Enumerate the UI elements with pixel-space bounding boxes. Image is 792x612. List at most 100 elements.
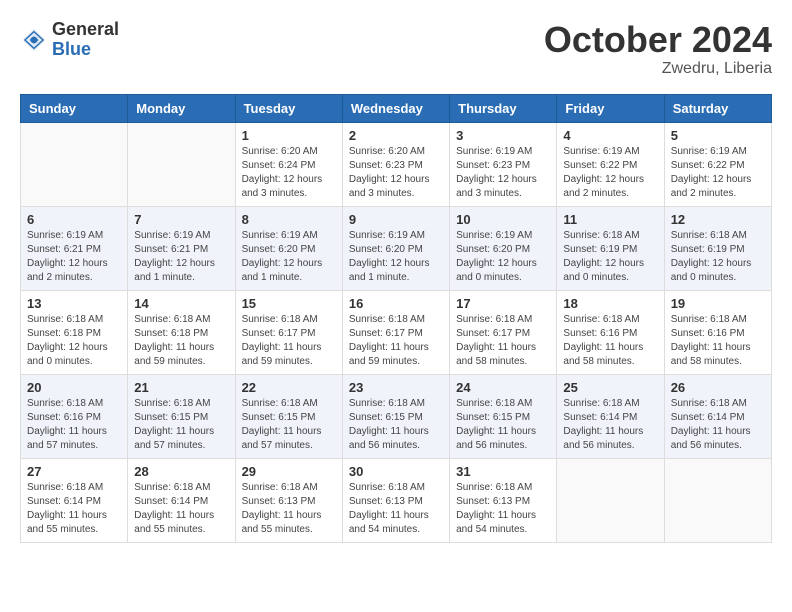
calendar-cell: 21 Sunrise: 6:18 AM Sunset: 6:15 PM Dayli… xyxy=(128,374,235,458)
day-info: Sunrise: 6:18 AM Sunset: 6:14 PM Dayligh… xyxy=(671,397,765,453)
day-number: 14 xyxy=(134,296,228,311)
calendar-cell: 29 Sunrise: 6:18 AM Sunset: 6:13 PM Dayli… xyxy=(235,458,342,542)
calendar-cell: 30Sunrise: 6:18 AM Sunset: 6:13 PM Dayli… xyxy=(342,458,449,542)
day-info: Sunrise: 6:20 AM Sunset: 6:24 PM Dayligh… xyxy=(242,145,336,201)
day-info: Sunrise: 6:18 AM Sunset: 6:13 PM Dayligh… xyxy=(456,481,550,537)
day-info: Sunrise: 6:18 AM Sunset: 6:13 PM Dayligh… xyxy=(242,481,336,537)
calendar-cell: 5 Sunrise: 6:19 AM Sunset: 6:22 PM Daylig… xyxy=(664,122,771,206)
day-info: Sunrise: 6:18 AM Sunset: 6:14 PM Dayligh… xyxy=(27,481,121,537)
day-info: Sunrise: 6:18 AM Sunset: 6:19 PM Dayligh… xyxy=(671,229,765,285)
day-number: 12 xyxy=(671,212,765,227)
calendar-container: General Blue October 2024 Zwedru, Liberi… xyxy=(0,0,792,612)
day-header-tuesday: Tuesday xyxy=(235,94,342,122)
logo-icon xyxy=(20,26,48,54)
day-header-saturday: Saturday xyxy=(664,94,771,122)
day-info: Sunrise: 6:18 AM Sunset: 6:16 PM Dayligh… xyxy=(671,313,765,369)
calendar-week-1: 1Sunrise: 6:20 AM Sunset: 6:24 PM Daylig… xyxy=(21,122,772,206)
calendar-cell xyxy=(664,458,771,542)
calendar-cell: 17 Sunrise: 6:18 AM Sunset: 6:17 PM Dayli… xyxy=(450,290,557,374)
day-number: 15 xyxy=(242,296,336,311)
day-number: 31 xyxy=(456,464,550,479)
day-number: 13 xyxy=(27,296,121,311)
day-number: 19 xyxy=(671,296,765,311)
day-number: 17 xyxy=(456,296,550,311)
day-info: Sunrise: 6:18 AM Sunset: 6:16 PM Dayligh… xyxy=(563,313,657,369)
day-number: 27 xyxy=(27,464,121,479)
logo-general-text: General xyxy=(52,20,119,40)
calendar-cell: 19 Sunrise: 6:18 AM Sunset: 6:16 PM Dayli… xyxy=(664,290,771,374)
day-number: 24 xyxy=(456,380,550,395)
day-info: Sunrise: 6:18 AM Sunset: 6:14 PM Dayligh… xyxy=(134,481,228,537)
day-number: 6 xyxy=(27,212,121,227)
calendar-cell: 28 Sunrise: 6:18 AM Sunset: 6:14 PM Dayli… xyxy=(128,458,235,542)
calendar-week-3: 13 Sunrise: 6:18 AM Sunset: 6:18 PM Dayli… xyxy=(21,290,772,374)
day-number: 20 xyxy=(27,380,121,395)
day-number: 29 xyxy=(242,464,336,479)
calendar-cell: 22Sunrise: 6:18 AM Sunset: 6:15 PM Dayli… xyxy=(235,374,342,458)
calendar-cell: 20Sunrise: 6:18 AM Sunset: 6:16 PM Dayli… xyxy=(21,374,128,458)
day-info: Sunrise: 6:18 AM Sunset: 6:13 PM Dayligh… xyxy=(349,481,443,537)
calendar-table: SundayMondayTuesdayWednesdayThursdayFrid… xyxy=(20,94,772,543)
calendar-cell: 13Sunrise: 6:18 AM Sunset: 6:18 PM Dayli… xyxy=(21,290,128,374)
calendar-cell: 2 Sunrise: 6:20 AM Sunset: 6:23 PM Daylig… xyxy=(342,122,449,206)
calendar-cell: 18 Sunrise: 6:18 AM Sunset: 6:16 PM Dayli… xyxy=(557,290,664,374)
day-info: Sunrise: 6:18 AM Sunset: 6:15 PM Dayligh… xyxy=(134,397,228,453)
day-number: 10 xyxy=(456,212,550,227)
calendar-cell: 9 Sunrise: 6:19 AM Sunset: 6:20 PM Daylig… xyxy=(342,206,449,290)
day-info: Sunrise: 6:18 AM Sunset: 6:15 PM Dayligh… xyxy=(456,397,550,453)
day-number: 3 xyxy=(456,128,550,143)
calendar-cell: 3 Sunrise: 6:19 AM Sunset: 6:23 PM Daylig… xyxy=(450,122,557,206)
day-info: Sunrise: 6:18 AM Sunset: 6:19 PM Dayligh… xyxy=(563,229,657,285)
calendar-week-4: 20Sunrise: 6:18 AM Sunset: 6:16 PM Dayli… xyxy=(21,374,772,458)
day-info: Sunrise: 6:19 AM Sunset: 6:20 PM Dayligh… xyxy=(349,229,443,285)
calendar-cell: 1Sunrise: 6:20 AM Sunset: 6:24 PM Daylig… xyxy=(235,122,342,206)
day-number: 18 xyxy=(563,296,657,311)
calendar-cell: 15 Sunrise: 6:18 AM Sunset: 6:17 PM Dayli… xyxy=(235,290,342,374)
calendar-cell: 25Sunrise: 6:18 AM Sunset: 6:14 PM Dayli… xyxy=(557,374,664,458)
day-info: Sunrise: 6:18 AM Sunset: 6:18 PM Dayligh… xyxy=(134,313,228,369)
calendar-cell: 10Sunrise: 6:19 AM Sunset: 6:20 PM Dayli… xyxy=(450,206,557,290)
day-info: Sunrise: 6:19 AM Sunset: 6:23 PM Dayligh… xyxy=(456,145,550,201)
day-header-wednesday: Wednesday xyxy=(342,94,449,122)
day-number: 4 xyxy=(563,128,657,143)
day-info: Sunrise: 6:18 AM Sunset: 6:17 PM Dayligh… xyxy=(242,313,336,369)
calendar-cell: 14 Sunrise: 6:18 AM Sunset: 6:18 PM Dayli… xyxy=(128,290,235,374)
day-info: Sunrise: 6:19 AM Sunset: 6:21 PM Dayligh… xyxy=(27,229,121,285)
calendar-cell: 31 Sunrise: 6:18 AM Sunset: 6:13 PM Dayli… xyxy=(450,458,557,542)
calendar-week-2: 6 Sunrise: 6:19 AM Sunset: 6:21 PM Daylig… xyxy=(21,206,772,290)
logo-text: General Blue xyxy=(52,20,119,60)
day-header-sunday: Sunday xyxy=(21,94,128,122)
day-number: 28 xyxy=(134,464,228,479)
calendar-cell: 26Sunrise: 6:18 AM Sunset: 6:14 PM Dayli… xyxy=(664,374,771,458)
calendar-cell: 27 Sunrise: 6:18 AM Sunset: 6:14 PM Dayli… xyxy=(21,458,128,542)
calendar-cell: 24 Sunrise: 6:18 AM Sunset: 6:15 PM Dayli… xyxy=(450,374,557,458)
calendar-cell: 16 Sunrise: 6:18 AM Sunset: 6:17 PM Dayli… xyxy=(342,290,449,374)
day-number: 11 xyxy=(563,212,657,227)
calendar-cell: 8 Sunrise: 6:19 AM Sunset: 6:20 PM Daylig… xyxy=(235,206,342,290)
day-header-monday: Monday xyxy=(128,94,235,122)
day-header-thursday: Thursday xyxy=(450,94,557,122)
location-title: Zwedru, Liberia xyxy=(544,60,772,78)
header-row: SundayMondayTuesdayWednesdayThursdayFrid… xyxy=(21,94,772,122)
day-info: Sunrise: 6:20 AM Sunset: 6:23 PM Dayligh… xyxy=(349,145,443,201)
day-number: 8 xyxy=(242,212,336,227)
day-info: Sunrise: 6:19 AM Sunset: 6:20 PM Dayligh… xyxy=(242,229,336,285)
day-number: 25 xyxy=(563,380,657,395)
day-number: 5 xyxy=(671,128,765,143)
logo: General Blue xyxy=(20,20,119,60)
header: General Blue October 2024 Zwedru, Liberi… xyxy=(20,20,772,78)
day-info: Sunrise: 6:18 AM Sunset: 6:17 PM Dayligh… xyxy=(456,313,550,369)
title-section: October 2024 Zwedru, Liberia xyxy=(544,20,772,78)
day-number: 9 xyxy=(349,212,443,227)
day-info: Sunrise: 6:19 AM Sunset: 6:22 PM Dayligh… xyxy=(671,145,765,201)
day-number: 21 xyxy=(134,380,228,395)
day-info: Sunrise: 6:18 AM Sunset: 6:17 PM Dayligh… xyxy=(349,313,443,369)
day-number: 23 xyxy=(349,380,443,395)
calendar-week-5: 27 Sunrise: 6:18 AM Sunset: 6:14 PM Dayli… xyxy=(21,458,772,542)
day-number: 16 xyxy=(349,296,443,311)
month-title: October 2024 xyxy=(544,20,772,60)
calendar-cell xyxy=(557,458,664,542)
day-number: 2 xyxy=(349,128,443,143)
day-header-friday: Friday xyxy=(557,94,664,122)
day-number: 7 xyxy=(134,212,228,227)
